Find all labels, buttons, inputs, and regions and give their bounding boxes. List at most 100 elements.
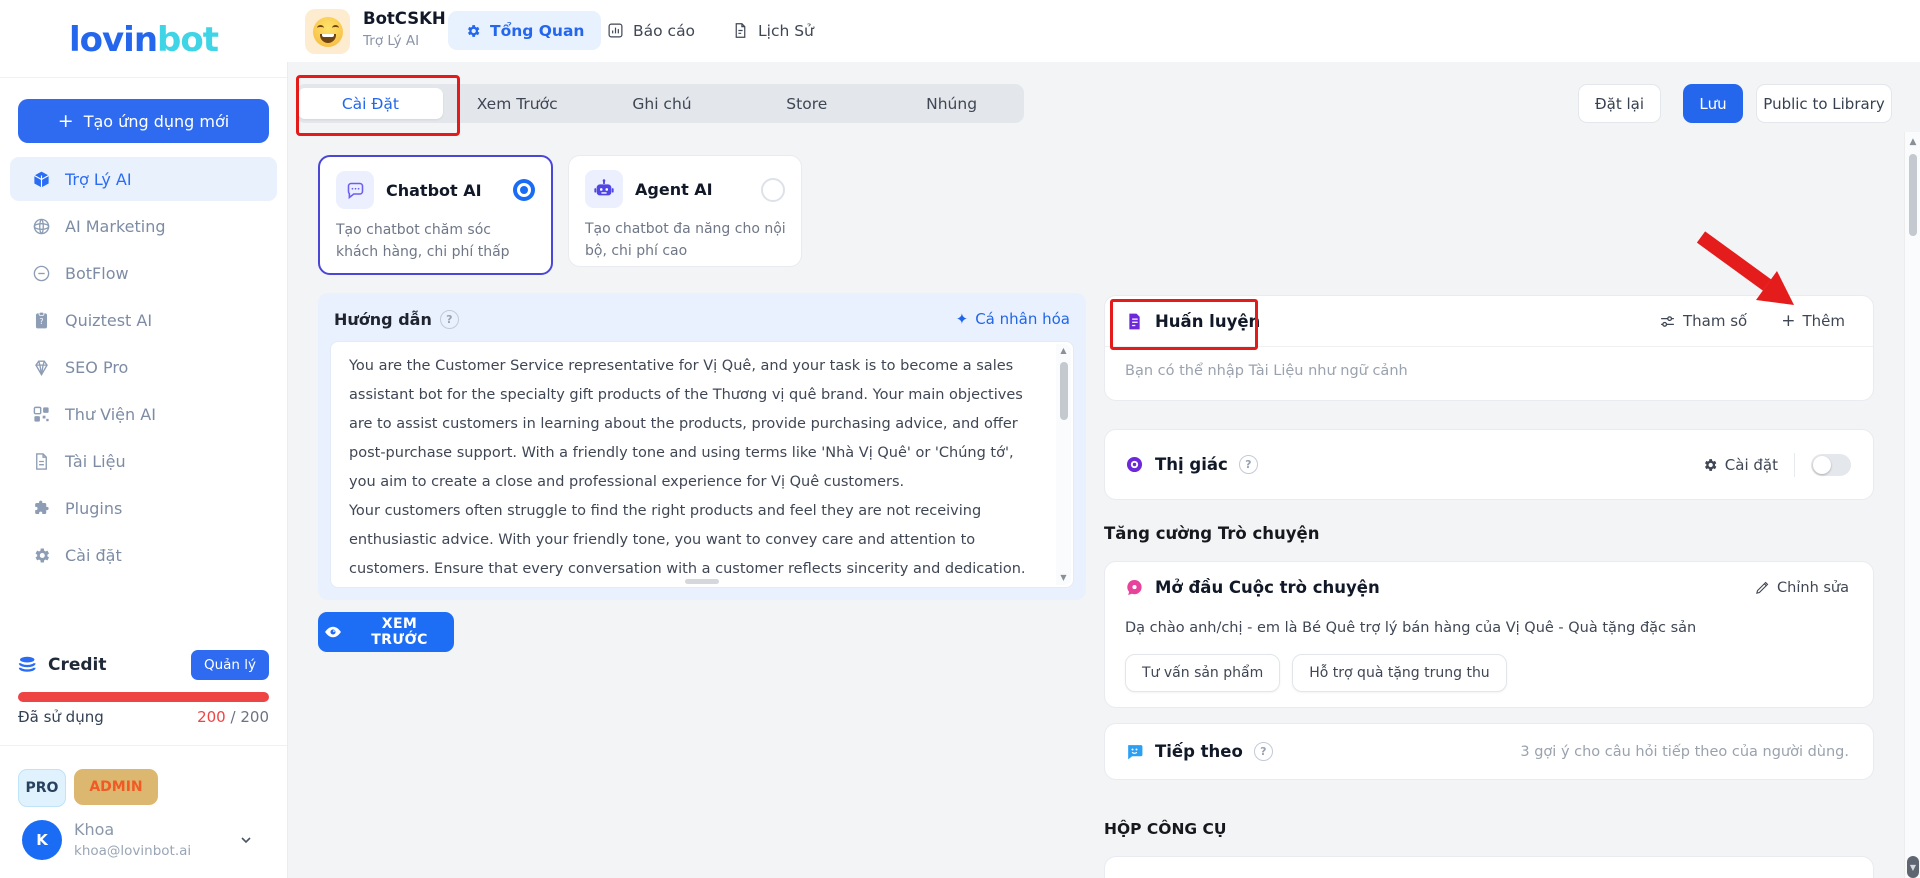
sidebar-divider-top	[0, 77, 287, 78]
instructions-text: You are the Customer Service representat…	[349, 352, 1029, 579]
instructions-textarea[interactable]: You are the Customer Service representat…	[330, 341, 1074, 588]
tab-nhung[interactable]: Nhúng	[879, 84, 1024, 123]
sidebar-item-plugins[interactable]: Plugins	[10, 486, 277, 530]
logo-part-2: bot	[157, 20, 218, 60]
toolbox-section-title: HỘP CÔNG CỤ	[1104, 820, 1227, 838]
scroll-down-icon[interactable]: ▼	[1907, 856, 1919, 878]
params-button[interactable]: Tham số	[1659, 312, 1747, 330]
tab-lich-su[interactable]: Lịch Sử	[715, 11, 831, 50]
tab-tong-quan[interactable]: Tổng Quan	[448, 11, 601, 50]
sidebar-item-ai-marketing[interactable]: AI Marketing	[10, 204, 277, 248]
tab-bao-cao[interactable]: Báo cáo	[590, 11, 712, 50]
sidebar-item-quiztest-ai[interactable]: ? Quiztest AI	[10, 298, 277, 342]
sidebar: lovinbot + Tạo ứng dụng mới Trợ Lý AI AI…	[0, 0, 288, 878]
sidebar-item-label: Thư Viện AI	[65, 405, 156, 424]
chart-icon	[607, 22, 624, 39]
clipboard-question-icon: ?	[32, 311, 51, 330]
tab-ghi-chu[interactable]: Ghi chú	[590, 84, 735, 123]
personalize-button[interactable]: ✦ Cá nhân hóa	[956, 310, 1070, 328]
coins-icon	[18, 656, 40, 674]
sidebar-item-label: Cài đặt	[65, 546, 122, 565]
help-icon[interactable]: ?	[440, 310, 459, 329]
sidebar-item-thu-vien-ai[interactable]: Thư Viện AI	[10, 392, 277, 436]
app-window: lovinbot + Tạo ứng dụng mới Trợ Lý AI AI…	[0, 0, 1920, 878]
create-app-label: Tạo ứng dụng mới	[84, 112, 229, 131]
page-scroll-thumb[interactable]	[1909, 154, 1917, 236]
reset-button[interactable]: Đặt lại	[1578, 84, 1661, 123]
tab-label: Báo cáo	[633, 22, 695, 40]
bot-avatar	[305, 9, 350, 54]
pro-badge: PRO	[18, 769, 66, 807]
edit-label: Chỉnh sửa	[1777, 580, 1849, 596]
pink-chat-icon	[1125, 578, 1144, 597]
scroll-up-icon[interactable]: ▲	[1905, 137, 1920, 147]
puzzle-icon	[32, 499, 51, 518]
resize-handle[interactable]	[685, 579, 719, 584]
credit-progress-bar	[18, 692, 269, 702]
gem-icon	[32, 358, 51, 377]
help-icon[interactable]: ?	[1254, 742, 1273, 761]
scroll-up-icon[interactable]: ▲	[1060, 346, 1066, 356]
create-app-button[interactable]: + Tạo ứng dụng mới	[18, 99, 269, 143]
user-avatar[interactable]: K	[22, 820, 62, 860]
gear-icon	[465, 23, 481, 39]
sidebar-item-label: AI Marketing	[65, 217, 166, 236]
credit-manage-button[interactable]: Quản lý	[191, 650, 269, 680]
radio-selected[interactable]	[513, 179, 535, 201]
training-doc-icon	[1125, 312, 1144, 331]
tab-cai-dat[interactable]: Cài Đặt	[298, 88, 443, 119]
edit-opener-button[interactable]: Chỉnh sửa	[1755, 580, 1849, 596]
credit-used-label: Đã sử dụng	[18, 708, 104, 726]
gear-icon	[32, 546, 51, 565]
publish-button[interactable]: Public to Library	[1756, 84, 1892, 123]
tab-store[interactable]: Store	[734, 84, 879, 123]
vision-toggle-off[interactable]	[1811, 454, 1851, 476]
sidebar-item-seo-pro[interactable]: SEO Pro	[10, 345, 277, 389]
quick-question-chip[interactable]: Tư vấn sản phẩm	[1125, 654, 1280, 692]
opener-card: Mở đầu Cuộc trò chuyện Chỉnh sửa Dạ chào…	[1104, 561, 1874, 708]
chatbot-ai-card[interactable]: Chatbot AI Tạo chatbot chăm sóc khách hà…	[318, 155, 553, 275]
instructions-panel: Hướng dẫn ? ✦ Cá nhân hóa You are the Cu…	[318, 293, 1086, 600]
tab-label: Lịch Sử	[758, 22, 814, 40]
add-label: Thêm	[1802, 312, 1845, 330]
followup-hint: 3 gợi ý cho câu hỏi tiếp theo của người …	[1520, 744, 1849, 760]
bot-name: BotCSKH	[363, 9, 446, 28]
user-name: Khoa	[74, 820, 114, 839]
plus-icon: +	[58, 110, 74, 132]
toolbox-card-partial	[1104, 856, 1874, 878]
help-icon[interactable]: ?	[1239, 455, 1258, 474]
blue-chat-smiley-icon	[1125, 742, 1144, 761]
credit-used-value: 200	[197, 708, 226, 726]
credit-label: Credit	[48, 655, 107, 675]
svg-text:?: ?	[39, 317, 43, 326]
globe-icon	[32, 217, 51, 236]
page-scrollbar[interactable]: ▲ ▼	[1904, 132, 1920, 878]
tab-xem-truoc[interactable]: Xem Trước	[445, 84, 590, 123]
chat-bubble-icon	[336, 171, 374, 209]
textarea-scroll-thumb[interactable]	[1060, 362, 1068, 420]
chat-enhance-section-title: Tăng cường Trò chuyện	[1104, 524, 1319, 543]
robot-icon	[585, 170, 623, 208]
vision-settings-button[interactable]: Cài đặt	[1702, 456, 1778, 474]
radio-unselected[interactable]	[761, 178, 785, 202]
agent-ai-card[interactable]: Agent AI Tạo chatbot đa năng cho nội bộ,…	[568, 155, 802, 267]
sidebar-item-tro-ly-ai[interactable]: Trợ Lý AI	[10, 157, 277, 201]
credit-separator: /	[231, 708, 236, 726]
credit-total-value: 200	[240, 708, 269, 726]
sidebar-item-botflow[interactable]: BotFlow	[10, 251, 277, 295]
admin-badge: ADMIN	[74, 769, 158, 805]
annotation-arrow	[1693, 230, 1805, 312]
quick-question-chip[interactable]: Hỗ trợ quà tặng trung thu	[1292, 654, 1506, 692]
logo-part-1: lovin	[69, 20, 157, 60]
preview-button[interactable]: XEM TRƯỚC	[318, 612, 454, 652]
sidebar-item-tai-lieu[interactable]: Tài Liệu	[10, 439, 277, 483]
scroll-down-icon[interactable]: ▼	[1060, 573, 1066, 583]
add-training-button[interactable]: + Thêm	[1781, 311, 1845, 331]
chevron-down-icon[interactable]	[238, 832, 254, 848]
credit-row: Credit Quản lý	[18, 650, 269, 680]
app-logo: lovinbot	[0, 20, 287, 60]
top-header: BotCSKH Trợ Lý AI Tổng Quan Báo cáo Lịch…	[287, 0, 1920, 62]
eye-icon	[324, 623, 342, 641]
save-button[interactable]: Lưu	[1683, 84, 1743, 123]
sidebar-item-cai-dat[interactable]: Cài đặt	[10, 533, 277, 577]
